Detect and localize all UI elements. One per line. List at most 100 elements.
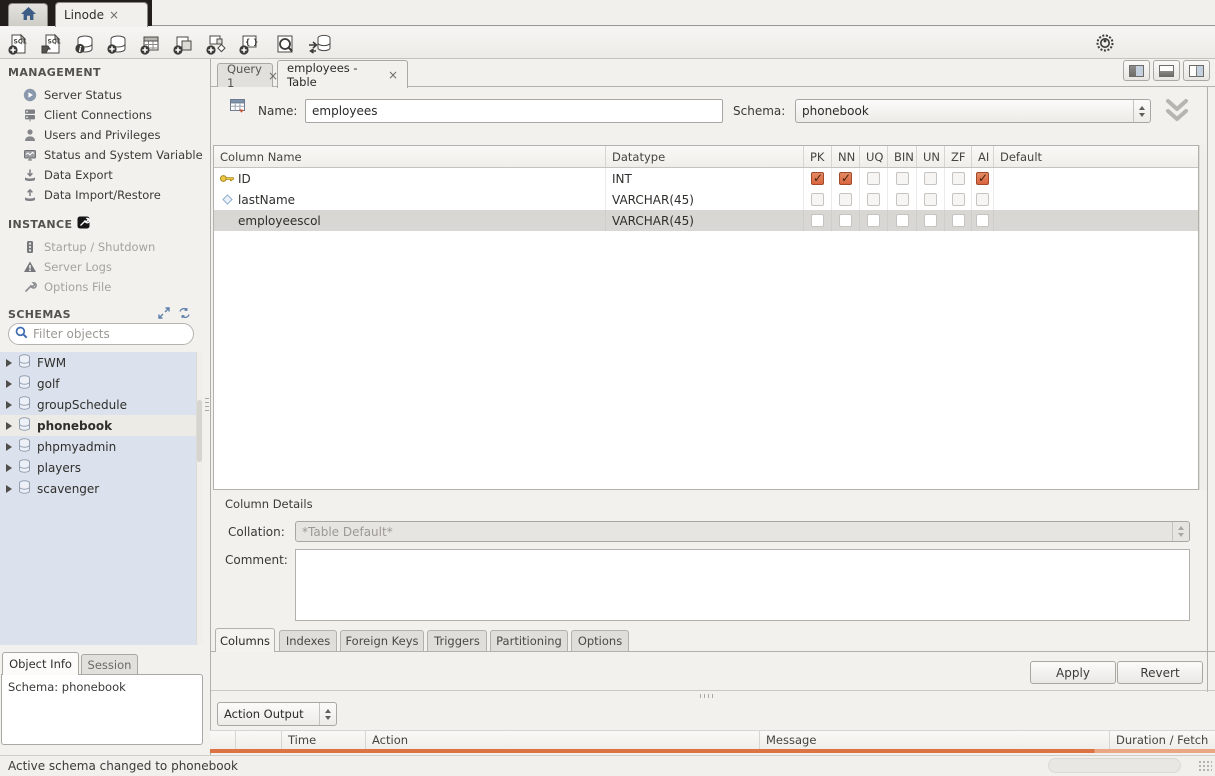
header-pk[interactable]: PK: [804, 146, 832, 167]
schema-inspector-icon[interactable]: i: [71, 31, 97, 56]
refresh-schemas-icon[interactable]: [178, 307, 191, 322]
expand-arrow-icon[interactable]: [6, 443, 12, 451]
apply-button[interactable]: Apply: [1030, 661, 1116, 684]
schema-filter[interactable]: [8, 323, 194, 345]
toggle-secondary-panel-button[interactable]: [1183, 60, 1210, 81]
header-default[interactable]: Default: [994, 146, 1198, 167]
checkbox-uq[interactable]: [867, 172, 880, 185]
subtab-foreign-keys[interactable]: Foreign Keys: [340, 630, 424, 651]
schema-row-fwm[interactable]: FWM: [0, 352, 196, 373]
sidebar-item-server-status[interactable]: Server Status: [0, 85, 203, 105]
grid-scrollbar[interactable]: [1199, 145, 1207, 490]
create-procedure-icon[interactable]: [203, 31, 229, 56]
expand-arrow-icon[interactable]: [6, 401, 12, 409]
checkbox-ai[interactable]: [976, 193, 989, 206]
checkbox-pk[interactable]: [811, 214, 824, 227]
subtab-partitioning[interactable]: Partitioning: [490, 630, 568, 651]
horizontal-splitter-grip[interactable]: [700, 694, 716, 698]
header-time[interactable]: Time: [282, 731, 366, 749]
schema-row-golf[interactable]: golf: [0, 373, 196, 394]
checkbox-un[interactable]: [924, 172, 937, 185]
schema-row-scavenger[interactable]: scavenger: [0, 478, 196, 499]
scrollbar-thumb[interactable]: [197, 400, 202, 462]
header-datatype[interactable]: Datatype: [606, 146, 804, 167]
schema-row-groupschedule[interactable]: groupSchedule: [0, 394, 196, 415]
close-icon[interactable]: ×: [109, 9, 119, 21]
create-schema-icon[interactable]: [104, 31, 130, 56]
sidebar-item-startup-shutdown[interactable]: Startup / Shutdown: [0, 237, 203, 257]
column-row-id[interactable]: ID INT: [214, 168, 1198, 189]
checkbox-un[interactable]: [924, 214, 937, 227]
table-name-input[interactable]: [305, 99, 723, 123]
subtab-triggers[interactable]: Triggers: [427, 630, 487, 651]
tab-query-1[interactable]: Query 1 ×: [217, 63, 273, 87]
close-icon[interactable]: ×: [388, 69, 398, 81]
checkbox-bin[interactable]: [896, 172, 909, 185]
revert-button[interactable]: Revert: [1117, 661, 1203, 684]
toggle-output-panel-button[interactable]: [1153, 60, 1180, 81]
header-ai[interactable]: AI: [972, 146, 994, 167]
connection-tab-linode[interactable]: Linode ×: [55, 2, 148, 27]
tab-object-info[interactable]: Object Info: [2, 652, 79, 675]
chevron-double-down-icon[interactable]: [1163, 98, 1191, 127]
create-table-icon[interactable]: [137, 31, 163, 56]
checkbox-nn[interactable]: [839, 172, 852, 185]
stepper-icon[interactable]: [1133, 100, 1150, 122]
expand-schemas-icon[interactable]: [158, 307, 170, 322]
output-selector-combo[interactable]: Action Output: [217, 702, 337, 726]
sidebar-item-data-export[interactable]: Data Export: [0, 165, 203, 185]
column-default[interactable]: [994, 168, 1198, 189]
create-view-icon[interactable]: [170, 31, 196, 56]
schema-combo[interactable]: phonebook: [795, 99, 1151, 123]
checkbox-nn[interactable]: [839, 214, 852, 227]
header-uq[interactable]: UQ: [860, 146, 888, 167]
toggle-sidebar-panel-button[interactable]: [1123, 60, 1150, 81]
checkbox-zf[interactable]: [952, 214, 965, 227]
checkbox-un[interactable]: [924, 193, 937, 206]
new-sql-tab-icon[interactable]: SQL: [5, 31, 31, 56]
checkbox-zf[interactable]: [952, 193, 965, 206]
checkbox-pk[interactable]: [811, 172, 824, 185]
reconnect-dbms-icon[interactable]: [307, 31, 333, 56]
column-default[interactable]: [994, 189, 1198, 210]
schema-row-phpmyadmin[interactable]: phpmyadmin: [0, 436, 196, 457]
header-un[interactable]: UN: [917, 146, 945, 167]
header-duration-fetch[interactable]: Duration / Fetch: [1110, 731, 1215, 749]
open-sql-script-icon[interactable]: SQL: [38, 31, 64, 56]
sidebar-item-client-connections[interactable]: Client Connections: [0, 105, 203, 125]
sidebar-item-status-system-variables[interactable]: Status and System Variables: [0, 145, 203, 165]
create-function-icon[interactable]: { }: [236, 31, 262, 56]
expand-arrow-icon[interactable]: [6, 464, 12, 472]
schema-tree-scrollbar[interactable]: [196, 352, 203, 645]
checkbox-ai[interactable]: [976, 172, 989, 185]
sidebar-item-users-privileges[interactable]: Users and Privileges: [0, 125, 203, 145]
column-default[interactable]: [994, 210, 1198, 231]
comment-textarea[interactable]: [295, 549, 1190, 621]
checkbox-uq[interactable]: [867, 193, 880, 206]
expand-arrow-icon[interactable]: [6, 359, 12, 367]
checkbox-pk[interactable]: [811, 193, 824, 206]
checkbox-ai[interactable]: [976, 214, 989, 227]
expand-arrow-icon[interactable]: [6, 485, 12, 493]
expand-arrow-icon[interactable]: [6, 422, 12, 430]
checkbox-bin[interactable]: [896, 214, 909, 227]
home-tab[interactable]: [8, 3, 48, 26]
column-row-employeescol[interactable]: employeescol VARCHAR(45): [214, 210, 1198, 231]
resize-grip[interactable]: [1198, 760, 1212, 773]
sidebar-item-options-file[interactable]: Options File: [0, 277, 203, 297]
header-zf[interactable]: ZF: [945, 146, 972, 167]
header-column-name[interactable]: Column Name: [214, 146, 606, 167]
search-table-data-icon[interactable]: [272, 31, 298, 56]
tab-employees-table[interactable]: employees - Table ×: [277, 60, 408, 88]
stepper-icon[interactable]: [319, 703, 336, 725]
subtab-columns[interactable]: Columns: [215, 628, 275, 652]
sidebar-item-server-logs[interactable]: Server Logs: [0, 257, 203, 277]
subtab-options[interactable]: Options: [571, 630, 629, 651]
schema-row-phonebook[interactable]: phonebook: [0, 415, 196, 436]
schema-row-players[interactable]: players: [0, 457, 196, 478]
checkbox-bin[interactable]: [896, 193, 909, 206]
schema-filter-input[interactable]: [33, 327, 173, 341]
header-action[interactable]: Action: [366, 731, 760, 749]
expand-arrow-icon[interactable]: [6, 380, 12, 388]
header-message[interactable]: Message: [760, 731, 1110, 749]
